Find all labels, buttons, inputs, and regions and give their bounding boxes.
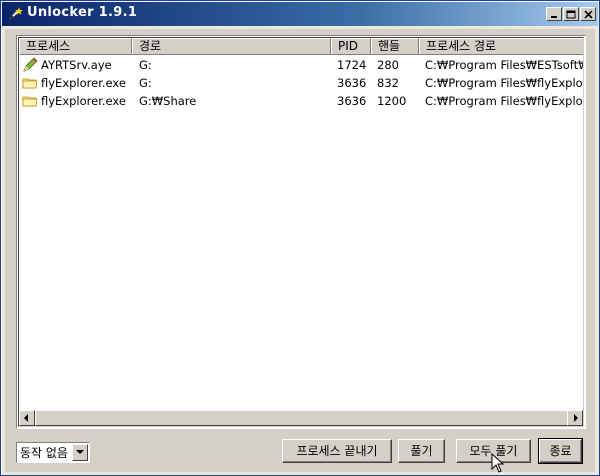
scrollbar-thumb[interactable]	[35, 410, 573, 426]
magic-wand-icon	[9, 7, 23, 20]
folder-icon	[22, 78, 38, 89]
dropdown-button[interactable]	[72, 444, 88, 461]
action-select[interactable]: 동작 없음	[16, 442, 90, 463]
process-list[interactable]: 프로세스 경로 PID 핸들 프로세스 경로 AYRTSrv.aye G: 17…	[16, 35, 586, 429]
table-row[interactable]: flyExplorer.exe G:₩Share 3636 1200 C:₩Pr…	[19, 92, 583, 110]
close-button[interactable]	[580, 7, 596, 21]
title-bar: Unlocker 1.9.1	[2, 2, 598, 26]
table-row[interactable]: flyExplorer.exe G: 3636 832 C:₩Program F…	[19, 74, 583, 92]
table-row[interactable]: AYRTSrv.aye G: 1724 280 C:₩Program Files…	[19, 56, 583, 74]
folder-icon	[22, 96, 38, 107]
kill-process-button[interactable]: 프로세스 끝내기	[282, 439, 392, 463]
process-path: C:₩Program Files₩ESTsoft₩ALY	[425, 58, 583, 72]
minimize-button[interactable]	[546, 7, 562, 21]
handle: 832	[377, 76, 399, 90]
client-area: 프로세스 경로 PID 핸들 프로세스 경로 AYRTSrv.aye G: 17…	[5, 29, 595, 473]
lock-path: G:₩Share	[139, 94, 197, 108]
handle: 1200	[377, 94, 407, 108]
pid: 1724	[337, 58, 367, 72]
unlock-button[interactable]: 풀기	[398, 439, 445, 463]
arrow-right-icon	[574, 414, 578, 422]
process-name: flyExplorer.exe	[41, 94, 126, 108]
mouse-cursor-icon	[491, 453, 505, 473]
scroll-right-button[interactable]	[567, 410, 583, 426]
process-path: C:₩Program Files₩flyExplorer₩	[425, 76, 583, 90]
process-path: C:₩Program Files₩flyExplorer₩	[425, 94, 583, 108]
horizontal-scrollbar[interactable]	[19, 410, 583, 426]
pencil-app-icon	[23, 57, 38, 72]
pid: 3636	[337, 94, 367, 108]
lock-path: G:	[139, 58, 152, 72]
maximize-icon	[566, 10, 576, 18]
close-icon	[583, 9, 593, 19]
lock-path: G:	[139, 76, 152, 90]
maximize-button[interactable]	[563, 7, 579, 21]
handle: 280	[377, 58, 399, 72]
action-select-value: 동작 없음	[20, 446, 68, 460]
list-header: 프로세스 경로 PID 핸들 프로세스 경로	[19, 38, 583, 55]
chevron-down-icon	[76, 450, 84, 454]
column-header-process-path[interactable]: 프로세스 경로	[419, 38, 583, 55]
scroll-left-button[interactable]	[19, 410, 35, 426]
quit-button[interactable]: 종료	[538, 438, 583, 464]
column-header-handle[interactable]: 핸들	[371, 38, 419, 55]
unlocker-window: Unlocker 1.9.1 프로세스 경로 PID 핸들 프로세스 경로 AY…	[0, 0, 600, 476]
arrow-left-icon	[24, 414, 28, 422]
column-header-process[interactable]: 프로세스	[19, 38, 132, 55]
column-header-path[interactable]: 경로	[132, 38, 331, 55]
pid: 3636	[337, 76, 367, 90]
minimize-icon	[551, 16, 557, 18]
window-title: Unlocker 1.9.1	[27, 5, 138, 20]
process-name: flyExplorer.exe	[41, 76, 126, 90]
column-header-pid[interactable]: PID	[331, 38, 371, 55]
process-name: AYRTSrv.aye	[41, 58, 112, 72]
